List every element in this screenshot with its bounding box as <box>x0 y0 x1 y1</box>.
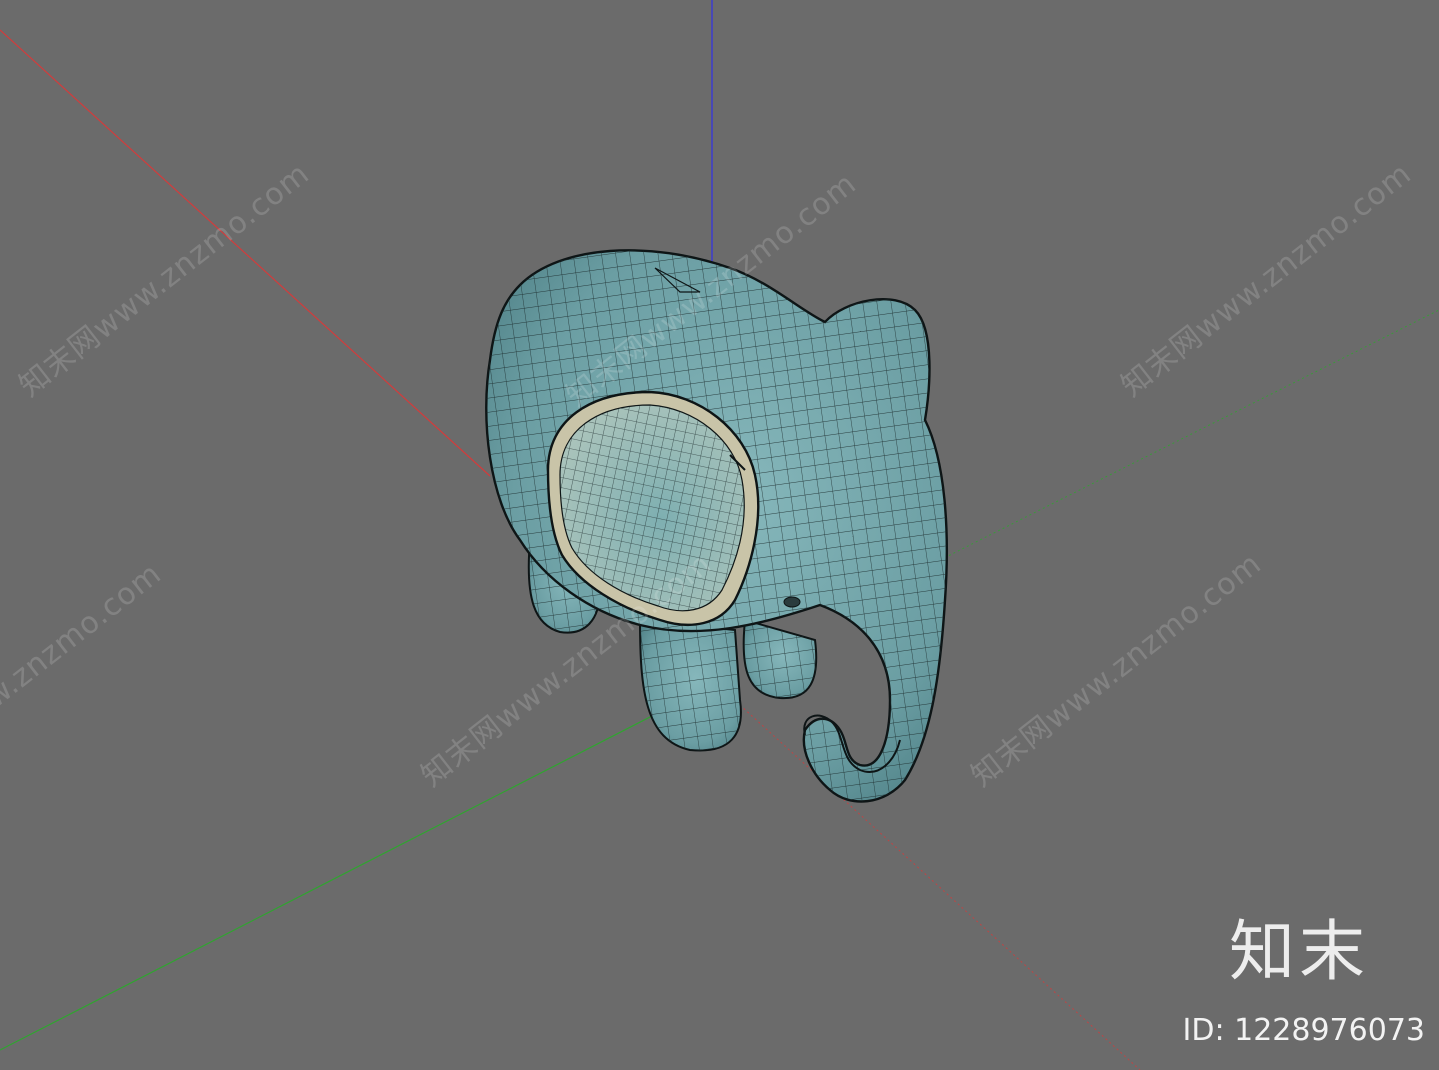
x-axis-red-dotted <box>739 704 1141 1070</box>
model-id-label: ID: 1228976073 <box>1182 1013 1425 1048</box>
elephant-eye <box>783 596 801 608</box>
x-axis-red <box>0 29 491 477</box>
brand-logo: 知末 <box>1229 913 1369 990</box>
scene-canvas[interactable] <box>0 0 1439 1070</box>
3d-viewport[interactable]: 知末网www.znzmo.com 知末网www.znzmo.com 知末网www… <box>0 0 1439 1070</box>
y-axis-green <box>0 715 653 1051</box>
elephant-model[interactable] <box>485 249 948 803</box>
